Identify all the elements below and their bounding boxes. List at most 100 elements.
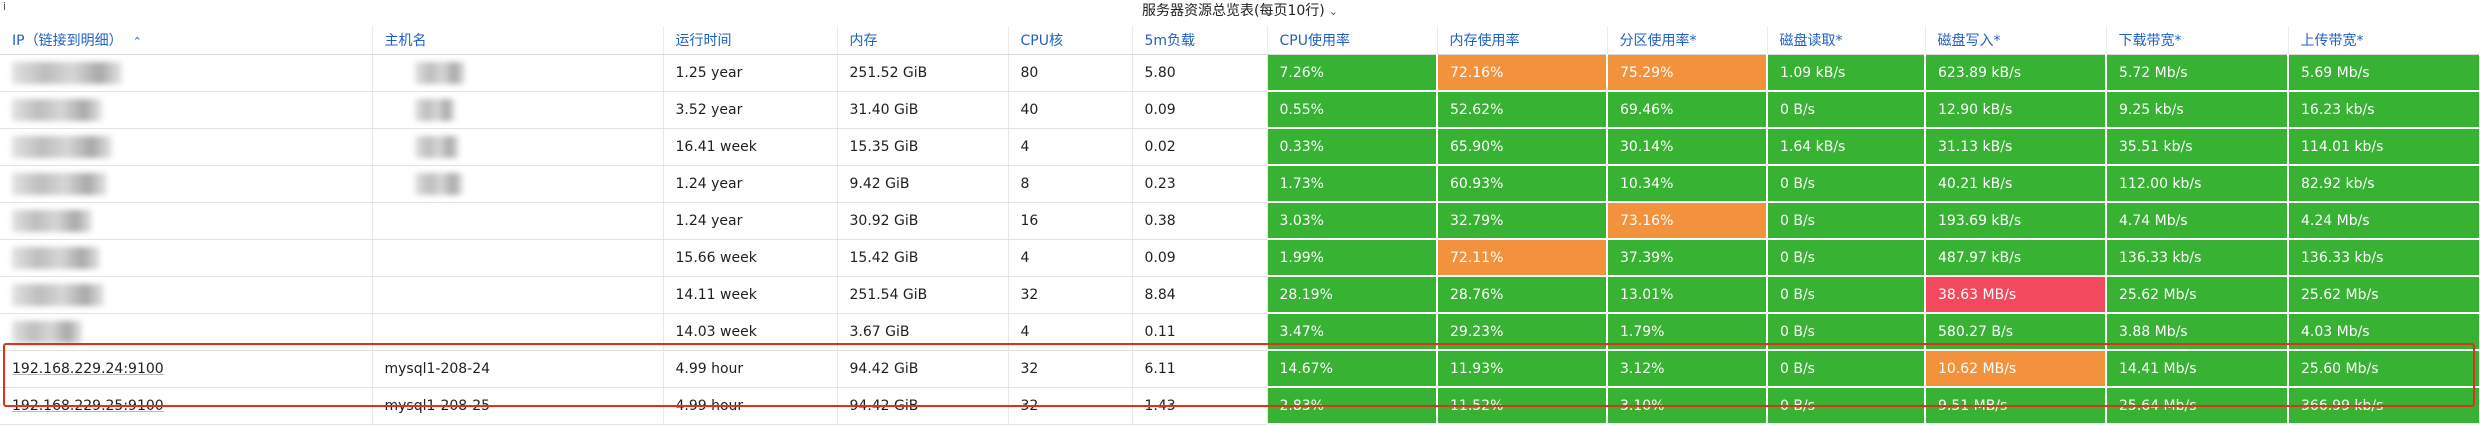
memory-usage-cell: 32.79% <box>1437 202 1608 240</box>
download-cell: 112.00 kb/s <box>2106 165 2289 203</box>
disk-write-cell: 31.13 kB/s <box>1925 128 2107 166</box>
column-header-load-5m[interactable]: 5m负载 <box>1132 26 1268 55</box>
memory-usage-cell: 52.62% <box>1437 91 1608 129</box>
column-header-upload-bandwidth[interactable]: 上传带宽* <box>2288 26 2480 55</box>
cpu-cores-cell: 4 <box>1008 313 1133 351</box>
disk-read-cell: 0 B/s <box>1767 313 1926 351</box>
cpu-usage-cell: 2.83% <box>1267 387 1438 425</box>
ip-link[interactable]: 192.168.229.25:9100 <box>12 398 164 414</box>
disk-write-cell: 580.27 B/s <box>1925 313 2107 351</box>
table-row: 192.168.229.25:9100 mysql1-208-25 4.99 hou… <box>0 387 2480 425</box>
sort-ascending-icon[interactable]: ⌃ <box>133 35 142 48</box>
table-row: 192.168.229.24:9100 mysql1-208-24 4.99 hou… <box>0 350 2480 388</box>
redacted-hostname <box>414 61 465 84</box>
table-row: 1.24 year 9.42 GiB 8 0.23 1.73% 60.93% 10.34% 0… <box>0 165 2480 203</box>
ip-cell[interactable]: 192.168.229.24:9100 <box>0 350 373 388</box>
uptime-cell: 15.66 week <box>663 239 838 277</box>
ip-cell[interactable] <box>0 91 373 129</box>
load-cell: 0.38 <box>1132 202 1268 240</box>
hostname-cell <box>372 165 664 203</box>
ip-cell[interactable] <box>0 313 373 351</box>
column-header-cpu-usage[interactable]: CPU使用率 <box>1267 26 1438 55</box>
memory-usage-cell: 11.93% <box>1437 350 1608 388</box>
uptime-cell: 4.99 hour <box>663 387 838 425</box>
disk-write-cell: 40.21 kB/s <box>1925 165 2107 203</box>
column-header-memory[interactable]: 内存 <box>837 26 1009 55</box>
disk-write-cell: 487.97 kB/s <box>1925 239 2107 277</box>
uptime-cell: 14.03 week <box>663 313 838 351</box>
uptime-cell: 1.24 year <box>663 165 838 203</box>
column-header-hostname[interactable]: 主机名 <box>372 26 664 55</box>
download-cell: 25.62 Mb/s <box>2106 276 2289 314</box>
ip-link[interactable]: 192.168.229.24:9100 <box>12 361 164 377</box>
cpu-cores-cell: 8 <box>1008 165 1133 203</box>
redacted-ip <box>12 246 100 269</box>
ip-cell[interactable] <box>0 202 373 240</box>
cpu-cores-cell: 4 <box>1008 239 1133 277</box>
panel-title-text: 服务器资源总览表(每页10行) <box>1142 3 1325 19</box>
download-cell: 9.25 kb/s <box>2106 91 2289 129</box>
column-header-download-bandwidth[interactable]: 下载带宽* <box>2106 26 2289 55</box>
upload-cell: 366.99 kb/s <box>2288 387 2480 425</box>
disk-write-cell: 38.63 MB/s <box>1925 276 2107 314</box>
cpu-cores-cell: 80 <box>1008 54 1133 92</box>
chevron-down-icon[interactable]: ⌄ <box>1329 5 1338 18</box>
load-cell: 0.09 <box>1132 239 1268 277</box>
upload-cell: 136.33 kb/s <box>2288 239 2480 277</box>
uptime-cell: 1.25 year <box>663 54 838 92</box>
panel-title[interactable]: 服务器资源总览表(每页10行) ⌄ <box>0 0 2480 26</box>
table-row: 1.25 year 251.52 GiB 80 5.80 7.26% 72.16% 75.2… <box>0 54 2480 92</box>
memory-usage-cell: 65.90% <box>1437 128 1608 166</box>
memory-usage-cell: 11.52% <box>1437 387 1608 425</box>
redacted-hostname <box>414 98 455 121</box>
column-header-disk-write[interactable]: 磁盘写入* <box>1925 26 2107 55</box>
server-resource-table: IP（链接到明细） ⌃ 主机名 运行时间 内存 CPU核 5m负载 CPU使用率 … <box>0 26 2480 425</box>
memory-cell: 251.54 GiB <box>837 276 1009 314</box>
download-cell: 4.74 Mb/s <box>2106 202 2289 240</box>
memory-cell: 15.35 GiB <box>837 128 1009 166</box>
load-cell: 5.80 <box>1132 54 1268 92</box>
ip-cell[interactable] <box>0 128 373 166</box>
table-row: 15.66 week 15.42 GiB 4 0.09 1.99% 72.11% 37.39… <box>0 239 2480 277</box>
ip-cell[interactable]: 192.168.229.25:9100 <box>0 387 373 425</box>
disk-read-cell: 0 B/s <box>1767 387 1926 425</box>
memory-usage-cell: 28.76% <box>1437 276 1608 314</box>
redacted-ip <box>12 172 107 195</box>
memory-cell: 9.42 GiB <box>837 165 1009 203</box>
load-cell: 1.43 <box>1132 387 1268 425</box>
memory-usage-cell: 72.16% <box>1437 54 1608 92</box>
partition-usage-cell: 30.14% <box>1607 128 1768 166</box>
column-header-cpu-cores[interactable]: CPU核 <box>1008 26 1133 55</box>
column-header-ip[interactable]: IP（链接到明细） ⌃ <box>0 26 373 55</box>
column-header-memory-usage[interactable]: 内存使用率 <box>1437 26 1608 55</box>
cpu-cores-cell: 32 <box>1008 350 1133 388</box>
partition-usage-cell: 13.01% <box>1607 276 1768 314</box>
load-cell: 6.11 <box>1132 350 1268 388</box>
ip-cell[interactable] <box>0 239 373 277</box>
memory-cell: 3.67 GiB <box>837 313 1009 351</box>
ip-cell[interactable] <box>0 54 373 92</box>
download-cell: 25.64 Mb/s <box>2106 387 2289 425</box>
column-header-disk-read[interactable]: 磁盘读取* <box>1767 26 1926 55</box>
redacted-ip <box>12 98 102 121</box>
disk-read-cell: 1.09 kB/s <box>1767 54 1926 92</box>
cpu-cores-cell: 40 <box>1008 91 1133 129</box>
ip-cell[interactable] <box>0 165 373 203</box>
memory-cell: 31.40 GiB <box>837 91 1009 129</box>
redacted-ip <box>12 209 92 232</box>
table-row: 14.03 week 3.67 GiB 4 0.11 3.47% 29.23% 1.79% 0… <box>0 313 2480 351</box>
load-cell: 0.02 <box>1132 128 1268 166</box>
load-cell: 8.84 <box>1132 276 1268 314</box>
table-row: 16.41 week 15.35 GiB 4 0.02 0.33% 65.90% 30.14… <box>0 128 2480 166</box>
uptime-cell: 3.52 year <box>663 91 838 129</box>
disk-write-cell: 623.89 kB/s <box>1925 54 2107 92</box>
column-header-partition-usage[interactable]: 分区使用率* <box>1607 26 1768 55</box>
memory-usage-cell: 72.11% <box>1437 239 1608 277</box>
hostname-cell <box>372 91 664 129</box>
ip-cell[interactable] <box>0 276 373 314</box>
column-header-uptime[interactable]: 运行时间 <box>663 26 838 55</box>
load-cell: 0.23 <box>1132 165 1268 203</box>
cpu-cores-cell: 32 <box>1008 276 1133 314</box>
partition-usage-cell: 10.34% <box>1607 165 1768 203</box>
redacted-ip <box>12 283 104 306</box>
